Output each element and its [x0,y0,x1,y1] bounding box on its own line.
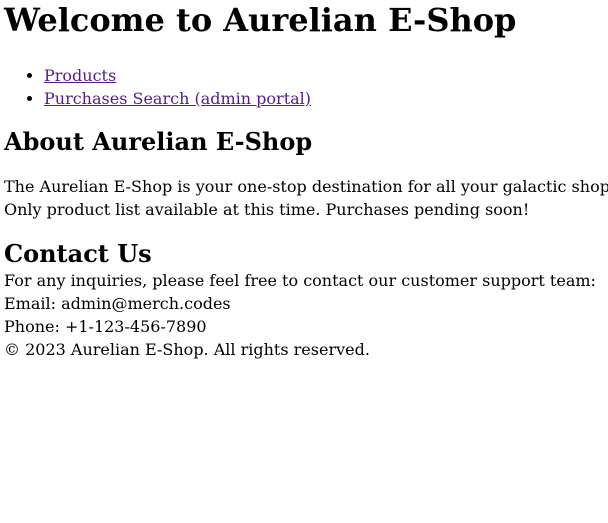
contact-intro: For any inquiries, please feel free to c… [4,271,596,290]
about-line-1: The Aurelian E-Shop is your one-stop des… [4,177,608,196]
nav-list: Products Purchases Search (admin portal) [4,64,608,110]
about-paragraph: The Aurelian E-Shop is your one-stop des… [4,175,608,221]
purchases-search-link[interactable]: Purchases Search (admin portal) [44,89,311,108]
nav-item-products: Products [44,64,608,87]
contact-email: Email: admin@merch.codes [4,294,231,313]
about-line-2: Only product list available at this time… [4,200,530,219]
contact-heading: Contact Us [4,239,152,268]
copyright-text: © 2023 Aurelian E-Shop. All rights reser… [4,340,370,359]
page-title: Welcome to Aurelian E-Shop [4,1,517,39]
about-heading: About Aurelian E-Shop [4,127,313,156]
nav-item-purchases-search: Purchases Search (admin portal) [44,87,608,110]
products-link[interactable]: Products [44,66,116,85]
contact-phone: Phone: +1-123-456-7890 [4,317,207,336]
page: Welcome to Aurelian E-Shop Products Purc… [0,0,608,523]
